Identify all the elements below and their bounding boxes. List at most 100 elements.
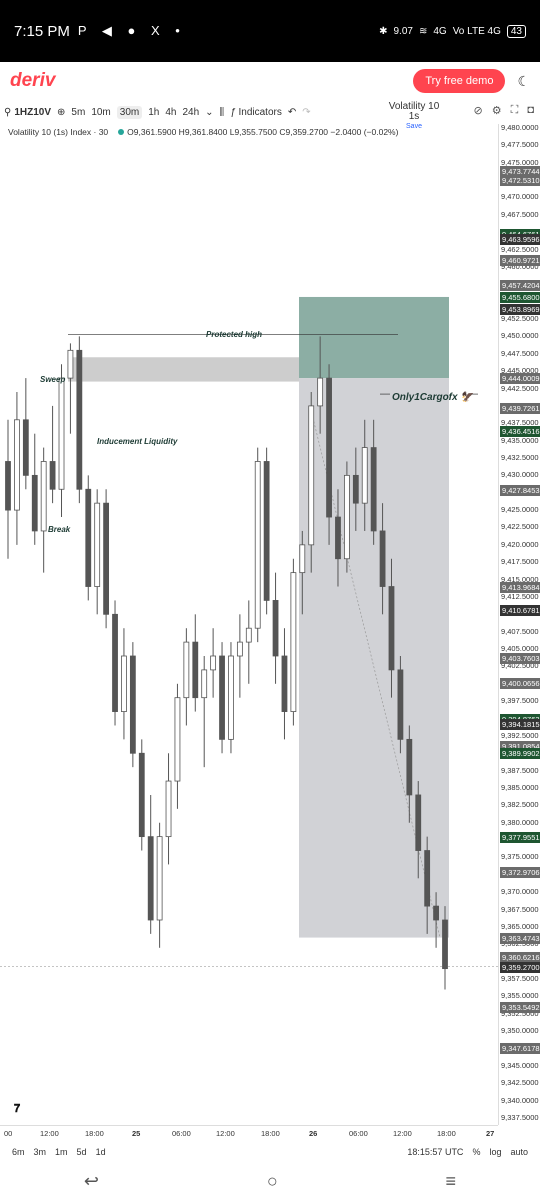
back-icon[interactable]: ↩ <box>84 1171 99 1192</box>
price-tag: 9,472.5310 <box>500 174 540 186</box>
candle-body <box>245 627 252 643</box>
price-axis-label: 9,462.5000 <box>501 244 539 254</box>
range-5d[interactable]: 5d <box>77 1147 87 1157</box>
signal-label: 4G <box>433 25 447 37</box>
candle-body <box>121 655 127 712</box>
try-free-demo-button[interactable]: Try free demo <box>413 69 506 93</box>
fullscreen-icon[interactable]: ⛶ <box>511 104 519 117</box>
price-axis-label: 9,380.0000 <box>501 817 539 827</box>
auto-toggle[interactable]: auto <box>510 1147 528 1157</box>
layout-title: Volatility 10 1s <box>388 101 440 122</box>
price-axis-label: 9,337.5000 <box>501 1113 539 1122</box>
price-tag: 9,436.4516 <box>500 425 540 437</box>
time-axis-label: 06:00 <box>172 1129 191 1138</box>
undo-icon[interactable]: ↶ <box>288 107 296 118</box>
menu-icon[interactable]: ≡ <box>446 1171 457 1192</box>
candle-body <box>299 544 306 574</box>
utc-clock[interactable]: 18:15:57 UTC <box>407 1147 463 1157</box>
time-axis[interactable]: 00 12:00 18:00 25 06:00 12:00 18:00 26 06:00 12:0… <box>0 1125 498 1141</box>
range-1d[interactable]: 1d <box>96 1147 106 1157</box>
home-icon[interactable]: ○ <box>267 1171 278 1192</box>
candle-body <box>379 530 386 587</box>
chevron-down-icon[interactable]: ⌄ <box>205 107 213 118</box>
log-toggle[interactable]: log <box>489 1147 501 1157</box>
interval-1h[interactable]: 1h <box>148 107 159 118</box>
price-axis-label: 9,375.0000 <box>501 852 539 862</box>
compare-add-icon[interactable]: ⊕ <box>57 107 65 118</box>
price-tag: 9,394.1815 <box>500 719 540 731</box>
dark-mode-icon[interactable]: ☾ <box>517 73 530 90</box>
settings-icon[interactable]: ⚙ <box>492 104 502 117</box>
indicators-button[interactable]: ƒ Indicators <box>230 107 282 118</box>
annotation-inducement[interactable]: Inducement Liquidity <box>97 437 177 446</box>
time-axis-label: 12:00 <box>40 1129 59 1138</box>
price-axis-label: 9,370.0000 <box>501 887 539 897</box>
candle-body <box>361 447 368 504</box>
price-tag: 9,353.5492 <box>500 1001 540 1013</box>
price-tag: 9,363.4743 <box>500 932 540 944</box>
price-axis-label: 9,345.0000 <box>501 1060 539 1070</box>
interval-30m[interactable]: 30m <box>116 105 143 119</box>
price-axis-label: 9,470.0000 <box>501 192 539 202</box>
camera-icon[interactable]: ◘ <box>527 104 534 117</box>
price-axis-label: 9,467.5000 <box>501 209 539 219</box>
candle-type-icon[interactable]: ⫼ <box>220 107 225 118</box>
price-axis-label: 9,385.0000 <box>501 783 539 792</box>
candle-body <box>335 516 341 560</box>
price-axis-label: 9,417.5000 <box>501 557 539 567</box>
legend-ohlc: O9,361.5900 H9,361.8400 L9,355.7500 C9,3… <box>116 127 398 137</box>
price-tag: 9,455.6800 <box>500 291 540 303</box>
annotation-protected-high[interactable]: Protected high <box>206 330 262 339</box>
candle-body <box>14 419 20 511</box>
candle-body <box>219 655 225 740</box>
price-axis-label: 9,442.5000 <box>501 383 539 393</box>
price-axis-label: 9,432.5000 <box>501 453 539 462</box>
price-axis-label: 9,397.5000 <box>501 696 539 706</box>
interval-5m[interactable]: 5m <box>71 107 85 118</box>
chart-area[interactable] <box>0 124 498 1125</box>
price-axis-label: 9,342.5000 <box>501 1078 539 1088</box>
time-axis-label: 06:00 <box>349 1129 368 1138</box>
candle-body <box>343 474 350 560</box>
liquidity-band <box>68 357 299 382</box>
candle-body <box>236 641 243 657</box>
annotation-break[interactable]: Break <box>48 525 70 534</box>
range-1m[interactable]: 1m <box>55 1147 68 1157</box>
price-axis[interactable]: 9,480.0000 9,477.5000 9,475.0000 9,470.0000… <box>498 123 540 1125</box>
target-zone <box>299 296 449 379</box>
time-axis-label: 00 <box>4 1129 13 1138</box>
time-axis-label: 27 <box>486 1129 495 1138</box>
price-axis-label: 9,340.0000 <box>501 1095 539 1105</box>
price-axis-label: 9,350.0000 <box>501 1026 539 1036</box>
price-axis-label: 9,447.5000 <box>501 348 539 358</box>
price-axis-label: 9,430.0000 <box>501 470 539 480</box>
legend-ohlc-values: O9,361.5900 H9,361.8400 L9,355.7500 C9,3… <box>127 127 399 137</box>
interval-4h[interactable]: 4h <box>165 107 176 118</box>
candle-body <box>254 461 261 629</box>
deriv-logo[interactable]: deriv <box>10 70 55 92</box>
candle-body <box>49 461 56 490</box>
price-axis-label: 9,452.5000 <box>501 314 539 324</box>
candle-body <box>406 738 413 796</box>
status-time: 7:15 PM <box>14 22 70 40</box>
interval-24h[interactable]: 24h <box>182 107 199 118</box>
range-3m[interactable]: 3m <box>34 1147 47 1157</box>
alert-icon[interactable]: ⊘ <box>474 104 483 117</box>
tradingview-logo-icon[interactable]: 𝟕 <box>14 1103 20 1116</box>
redo-icon[interactable]: ↷ <box>302 107 310 118</box>
price-tag: 9,463.9596 <box>500 234 540 246</box>
symbol-search[interactable]: ⚲ 1HZ10V <box>4 107 51 118</box>
time-axis-label: 18:00 <box>437 1129 456 1138</box>
candlestick-chart[interactable] <box>0 124 498 1125</box>
annotation-sweep[interactable]: Sweep <box>40 375 65 384</box>
indicators-label: Indicators <box>238 106 282 118</box>
candle-body <box>433 905 439 921</box>
percent-toggle[interactable]: % <box>472 1147 480 1157</box>
range-6m[interactable]: 6m <box>12 1147 25 1157</box>
candle-body <box>415 794 422 851</box>
market-open-dot <box>118 129 125 135</box>
candle-body <box>103 502 110 615</box>
interval-10m[interactable]: 10m <box>91 107 110 118</box>
toolbar-icons: ⊘ ⚙ ⛶ ◘ <box>474 104 534 117</box>
price-tag: 9,389.9902 <box>500 748 540 760</box>
